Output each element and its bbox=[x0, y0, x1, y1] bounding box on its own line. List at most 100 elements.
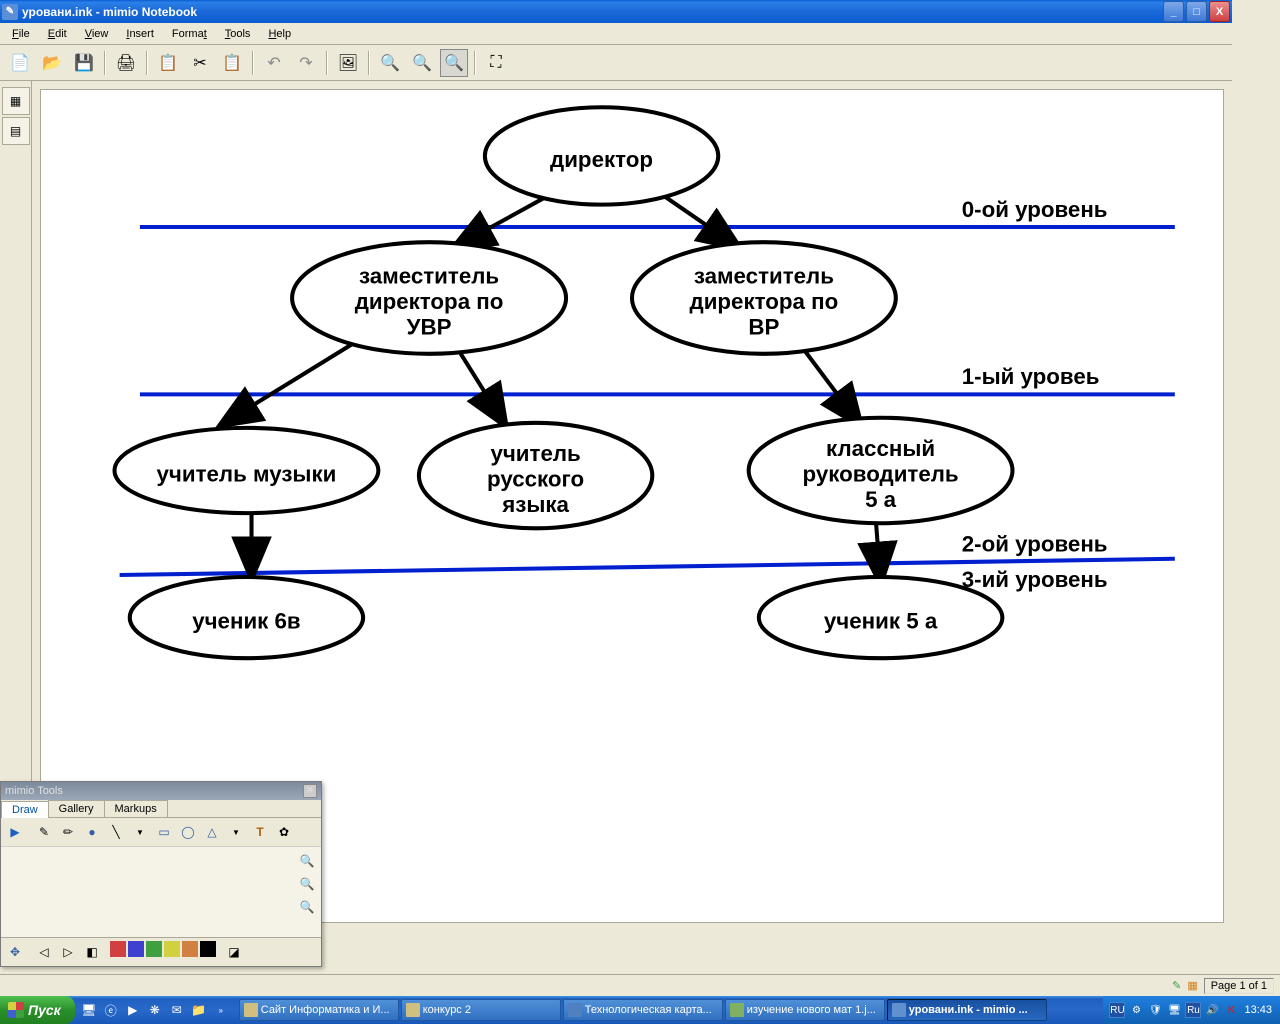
page-thumb-icon[interactable]: ▦ bbox=[2, 87, 30, 115]
tools-zoom-fit-icon[interactable]: 🔍 bbox=[296, 896, 318, 918]
task-item[interactable]: конкурс 2 bbox=[401, 999, 561, 1021]
node-russian-l1: учитель bbox=[490, 441, 580, 466]
menu-format[interactable]: Format bbox=[164, 26, 215, 42]
pointer-tool-icon[interactable]: ▶ bbox=[4, 821, 26, 843]
prev-page-icon[interactable]: ◁ bbox=[33, 941, 55, 963]
task-item-active[interactable]: уровани.ink - mimio ... bbox=[887, 999, 1047, 1021]
undo-icon[interactable]: ↶ bbox=[260, 49, 288, 77]
tray-icon[interactable]: 🖥 bbox=[1166, 1002, 1182, 1018]
maximize-button[interactable]: □ bbox=[1186, 1, 1207, 22]
toolbar-separator bbox=[326, 51, 328, 75]
open-file-icon[interactable]: 📂 bbox=[38, 49, 66, 77]
ql-folder-icon[interactable]: 📁 bbox=[189, 1000, 209, 1020]
tray-volume-icon[interactable]: 🔊 bbox=[1204, 1002, 1220, 1018]
redo-icon[interactable]: ↷ bbox=[292, 49, 320, 77]
next-page-icon[interactable]: ▷ bbox=[57, 941, 79, 963]
close-button[interactable]: X bbox=[1209, 1, 1230, 22]
main-area: ▦ ▤ 0-ой уровень 1-ый уровеь 2-ой уровен… bbox=[0, 81, 1232, 931]
tray-icon[interactable]: ⚙ bbox=[1128, 1002, 1144, 1018]
menu-tools[interactable]: Tools bbox=[217, 26, 259, 42]
level-0-label: 0-ой уровень bbox=[962, 197, 1108, 222]
rect-tool-icon[interactable]: ▭ bbox=[153, 821, 175, 843]
tools-tab-draw[interactable]: Draw bbox=[1, 801, 49, 818]
menu-help[interactable]: Help bbox=[260, 26, 299, 42]
node-deputy-vr-l1: заместитель bbox=[694, 264, 834, 289]
task-item[interactable]: Технологическая карта... bbox=[563, 999, 723, 1021]
start-button[interactable]: Пуск bbox=[0, 996, 75, 1024]
tools-zoom-out-icon[interactable]: 🔍 bbox=[296, 873, 318, 895]
line-tool-icon[interactable]: ╲ bbox=[105, 821, 127, 843]
color-1-icon[interactable] bbox=[110, 941, 126, 957]
node-russian-l2: русского bbox=[487, 467, 584, 492]
tools-tab-gallery[interactable]: Gallery bbox=[48, 800, 105, 817]
highlighter-tool-icon[interactable]: ✏ bbox=[57, 821, 79, 843]
node-russian-l3: языка bbox=[501, 492, 569, 517]
app-icon: ✎ bbox=[2, 4, 18, 20]
menu-file[interactable]: File bbox=[4, 26, 38, 42]
mimio-tools-window[interactable]: mimio Tools ✕ Draw Gallery Markups ▶ ✎ ✏… bbox=[0, 781, 322, 967]
stamp-tool-icon[interactable]: ✿ bbox=[273, 821, 295, 843]
tools-titlebar[interactable]: mimio Tools ✕ bbox=[1, 782, 321, 800]
system-tray: RU ⚙ 🛡 🖥 Ru 🔊 K 13:43 bbox=[1103, 996, 1280, 1024]
lang-indicator[interactable]: RU bbox=[1109, 1002, 1125, 1018]
ql-outlook-icon[interactable]: ✉ bbox=[167, 1000, 187, 1020]
window-title: уровани.ink - mimio Notebook bbox=[22, 5, 1163, 19]
minimize-button[interactable]: _ bbox=[1163, 1, 1184, 22]
copy-icon[interactable]: 📋 bbox=[154, 49, 182, 77]
color-2-icon[interactable] bbox=[128, 941, 144, 957]
edit-icon[interactable]: ✎ bbox=[1172, 979, 1181, 992]
fullscreen-icon[interactable]: ⛶ bbox=[482, 49, 510, 77]
app-icon bbox=[892, 1003, 906, 1017]
insert-image-icon[interactable]: 🖼 bbox=[334, 49, 362, 77]
zoom-fit-icon[interactable]: 🔍 bbox=[440, 49, 468, 77]
tray-kaspersky-icon[interactable]: K bbox=[1223, 1002, 1239, 1018]
ql-msn-icon[interactable]: ❋ bbox=[145, 1000, 165, 1020]
triangle-tool-icon[interactable]: △ bbox=[201, 821, 223, 843]
node-deputy-uvr-l2: директора по bbox=[355, 289, 504, 314]
menu-insert[interactable]: Insert bbox=[118, 26, 162, 42]
color-6-icon[interactable] bbox=[200, 941, 216, 957]
new-file-icon[interactable]: 📄 bbox=[6, 49, 34, 77]
page-thumb-2-icon[interactable]: ▤ bbox=[2, 117, 30, 145]
print-icon[interactable]: 🖨 bbox=[112, 49, 140, 77]
tools-zoom-in-icon[interactable]: 🔍 bbox=[296, 850, 318, 872]
tray-icon[interactable]: 🛡 bbox=[1147, 1002, 1163, 1018]
page-indicator: Page 1 of 1 bbox=[1204, 978, 1274, 994]
zoom-out-icon[interactable]: 🔍 bbox=[408, 49, 436, 77]
paste-icon[interactable]: 📋 bbox=[218, 49, 246, 77]
reveal-tool-icon[interactable]: ◪ bbox=[223, 941, 245, 963]
ql-ie-icon[interactable]: ⓔ bbox=[101, 1000, 121, 1020]
ql-desktop-icon[interactable]: 🖥 bbox=[79, 1000, 99, 1020]
tray-clock[interactable]: 13:43 bbox=[1242, 1004, 1274, 1016]
ql-media-icon[interactable]: ▶ bbox=[123, 1000, 143, 1020]
pen-tool-icon[interactable]: ✎ bbox=[33, 821, 55, 843]
dropdown-icon[interactable]: ▼ bbox=[225, 821, 247, 843]
task-item[interactable]: Сайт Информатика и И... bbox=[239, 999, 399, 1021]
dropdown-icon[interactable]: ▼ bbox=[129, 821, 151, 843]
text-tool-icon[interactable]: T bbox=[249, 821, 271, 843]
tools-tab-markups[interactable]: Markups bbox=[104, 800, 168, 817]
color-5-icon[interactable] bbox=[182, 941, 198, 957]
quick-launch: 🖥 ⓔ ▶ ❋ ✉ 📁 » bbox=[75, 1000, 235, 1020]
circle-fill-tool-icon[interactable]: ● bbox=[81, 821, 103, 843]
color-3-icon[interactable] bbox=[146, 941, 162, 957]
toolbar-separator bbox=[368, 51, 370, 75]
ellipse-tool-icon[interactable]: ◯ bbox=[177, 821, 199, 843]
lang-indicator-2[interactable]: Ru bbox=[1185, 1002, 1201, 1018]
ql-more-icon[interactable]: » bbox=[211, 1000, 231, 1020]
save-icon[interactable]: 💾 bbox=[70, 49, 98, 77]
taskbar: Пуск 🖥 ⓔ ▶ ❋ ✉ 📁 » Сайт Информатика и И.… bbox=[0, 996, 1280, 1024]
cut-icon[interactable]: ✂ bbox=[186, 49, 214, 77]
task-item[interactable]: изучение нового мат 1.j... bbox=[725, 999, 885, 1021]
menu-view[interactable]: View bbox=[77, 26, 117, 42]
tools-close-button[interactable]: ✕ bbox=[303, 784, 317, 798]
node-class5a-l3: 5 а bbox=[865, 487, 897, 512]
eraser-tool-icon[interactable]: ◧ bbox=[81, 941, 103, 963]
taskbar-tasks: Сайт Информатика и И... конкурс 2 Технол… bbox=[235, 999, 1104, 1021]
menu-edit[interactable]: Edit bbox=[40, 26, 75, 42]
nav-icon[interactable]: ▦ bbox=[1187, 979, 1197, 992]
move-tool-icon[interactable]: ✥ bbox=[4, 941, 26, 963]
color-4-icon[interactable] bbox=[164, 941, 180, 957]
zoom-in-icon[interactable]: 🔍 bbox=[376, 49, 404, 77]
image-icon bbox=[730, 1003, 744, 1017]
